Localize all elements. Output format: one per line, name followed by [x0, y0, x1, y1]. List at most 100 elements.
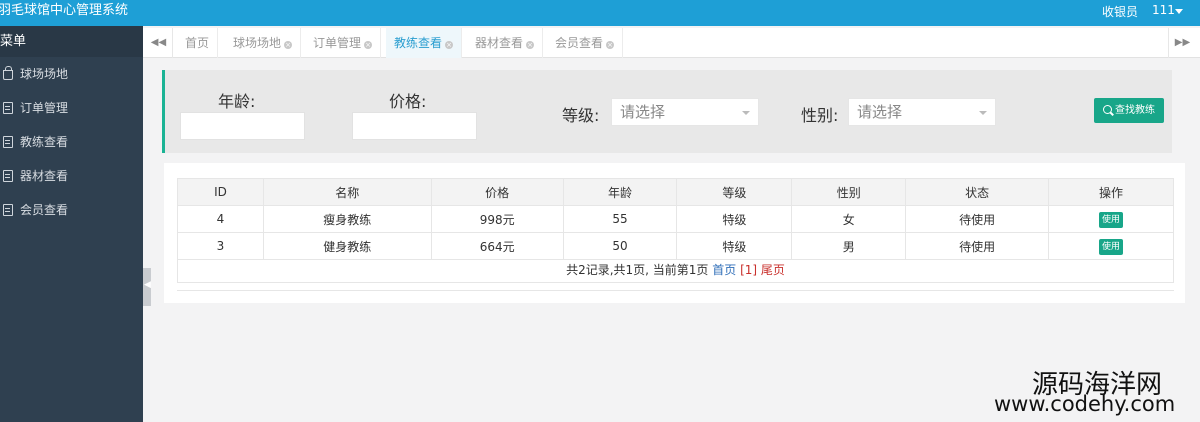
close-icon[interactable]: × [364, 41, 373, 49]
tab-label: 教练查看 [394, 36, 443, 50]
cell-status: 待使用 [905, 232, 1050, 260]
cell-gender: 男 [791, 232, 907, 260]
document-icon [3, 102, 13, 114]
cell-status: 待使用 [905, 205, 1050, 233]
sidebar-item-label: 订单管理 [20, 101, 69, 115]
tab-label: 球场场地 [233, 36, 282, 50]
level-select[interactable]: 请选择 [611, 98, 759, 126]
gender-label: 性别: [801, 106, 839, 125]
sidebar-item-label: 球场场地 [20, 67, 69, 81]
scroll-tabs-left-button[interactable]: ◀◀ [145, 28, 173, 58]
cell-id: 3 [177, 232, 264, 260]
double-chevron-right-icon: ▶▶ [1174, 37, 1191, 48]
table-header-row: ID 名称 价格 年龄 等级 性别 状态 操作 [177, 178, 1174, 206]
bag-icon [3, 66, 13, 80]
age-input[interactable] [180, 112, 305, 140]
table-row: 3 健身教练 664元 50 特级 男 待使用 使用 [177, 232, 1174, 260]
tab-equipment[interactable]: 器材查看 × [467, 28, 544, 58]
tab-orders[interactable]: 订单管理 × [305, 28, 382, 58]
cell-age: 50 [562, 232, 678, 260]
sidebar-item-label: 器材查看 [20, 169, 69, 183]
use-button[interactable]: 使用 [1099, 238, 1124, 255]
cell-name: 健身教练 [262, 232, 432, 260]
pagination: 共2记录,共1页, 当前第1页 首页 [1] 尾页 [177, 259, 1174, 283]
document-icon [3, 170, 13, 182]
age-label: 年龄: [218, 92, 256, 111]
user-role: 收银员 [1102, 5, 1139, 19]
cell-price: 998元 [430, 205, 564, 233]
sidebar: 菜单 球场场地 订单管理 教练查看 器材查看 会员查看 [0, 26, 143, 422]
find-coach-button[interactable]: 查找教练 [1094, 98, 1164, 123]
document-icon [3, 204, 13, 216]
chevron-down-icon[interactable] [1175, 9, 1183, 14]
close-icon[interactable]: × [606, 41, 615, 49]
column-header: 价格 [430, 178, 564, 206]
sidebar-item-coaches[interactable]: 教练查看 [0, 125, 143, 159]
cell-gender: 女 [791, 205, 907, 233]
pagination-summary: 共2记录,共1页, 当前第1页 [566, 263, 709, 277]
sidebar-item-equipment[interactable]: 器材查看 [0, 159, 143, 193]
double-chevron-left-icon: ◀◀ [150, 37, 167, 48]
first-page-link[interactable]: 首页 [712, 263, 736, 277]
divider [177, 283, 1174, 291]
sidebar-heading: 菜单 [0, 26, 143, 57]
tab-members[interactable]: 会员查看 × [547, 28, 624, 58]
chevron-left-icon: ◀ [144, 280, 151, 290]
tab-coaches[interactable]: 教练查看 × [386, 28, 463, 58]
column-header: 状态 [905, 178, 1050, 206]
sidebar-item-label: 教练查看 [20, 135, 69, 149]
top-bar: 羽毛球馆中心管理系统 收银员 111 [0, 0, 1200, 26]
last-page-link[interactable]: 尾页 [761, 263, 785, 277]
cell-action: 使用 [1048, 205, 1174, 233]
sidebar-item-orders[interactable]: 订单管理 [0, 91, 143, 125]
column-header: 名称 [262, 178, 432, 206]
tab-label: 订单管理 [313, 36, 362, 50]
price-input[interactable] [352, 112, 477, 140]
tab-courts[interactable]: 球场场地 × [225, 28, 302, 58]
cell-action: 使用 [1048, 232, 1174, 260]
sidebar-item-label: 会员查看 [20, 203, 69, 217]
tab-label: 首页 [185, 36, 210, 50]
column-header: 等级 [676, 178, 793, 206]
tab-label: 会员查看 [555, 36, 604, 50]
column-header: ID [177, 178, 264, 206]
use-button[interactable]: 使用 [1099, 211, 1124, 228]
close-icon[interactable]: × [445, 41, 454, 49]
document-icon [3, 136, 13, 148]
table-row: 4 瘦身教练 998元 55 特级 女 待使用 使用 [177, 205, 1174, 233]
cell-age: 55 [562, 205, 678, 233]
watermark-url: www.codehy.com [994, 392, 1176, 416]
find-coach-button-label: 查找教练 [1115, 105, 1155, 116]
app-title: 羽毛球馆中心管理系统 [0, 3, 129, 18]
gender-select[interactable]: 请选择 [848, 98, 996, 126]
tab-label: 器材查看 [475, 36, 524, 50]
tab-bar: ◀◀ 首页 球场场地 × 订单管理 × 教练查看 × 器材查看 × 会员查看 × ▶▶ [143, 28, 1200, 58]
user-menu[interactable]: 111 [1152, 3, 1175, 17]
close-icon[interactable]: × [284, 41, 293, 49]
column-header: 性别 [791, 178, 907, 206]
search-panel: 年龄: 价格: 等级: 请选择 性别: 请选择 查找教练 [162, 70, 1172, 153]
cell-price: 664元 [430, 232, 564, 260]
cell-name: 瘦身教练 [262, 205, 432, 233]
sidebar-item-members[interactable]: 会员查看 [0, 193, 143, 227]
chevron-down-icon [979, 111, 987, 115]
coach-table-panel: ID 名称 价格 年龄 等级 性别 状态 操作 4 瘦身教练 998元 55 特… [164, 163, 1185, 303]
column-header: 操作 [1048, 178, 1174, 206]
tab-home[interactable]: 首页 [177, 28, 219, 58]
gender-select-value: 请选择 [857, 103, 903, 121]
chevron-down-icon [742, 111, 750, 115]
scroll-tabs-right-button[interactable]: ▶▶ [1168, 28, 1196, 58]
column-header: 年龄 [562, 178, 678, 206]
level-label: 等级: [562, 106, 600, 125]
close-icon[interactable]: × [526, 41, 535, 49]
cell-level: 特级 [676, 205, 793, 233]
search-icon [1103, 105, 1112, 114]
price-label: 价格: [389, 92, 427, 111]
sidebar-item-courts[interactable]: 球场场地 [0, 57, 143, 91]
cell-id: 4 [177, 205, 264, 233]
level-select-value: 请选择 [620, 103, 666, 121]
coach-table: ID 名称 价格 年龄 等级 性别 状态 操作 4 瘦身教练 998元 55 特… [177, 178, 1174, 260]
sidebar-collapse-handle[interactable]: ◀ [143, 268, 151, 306]
current-page: [1] [740, 263, 758, 277]
cell-level: 特级 [676, 232, 793, 260]
